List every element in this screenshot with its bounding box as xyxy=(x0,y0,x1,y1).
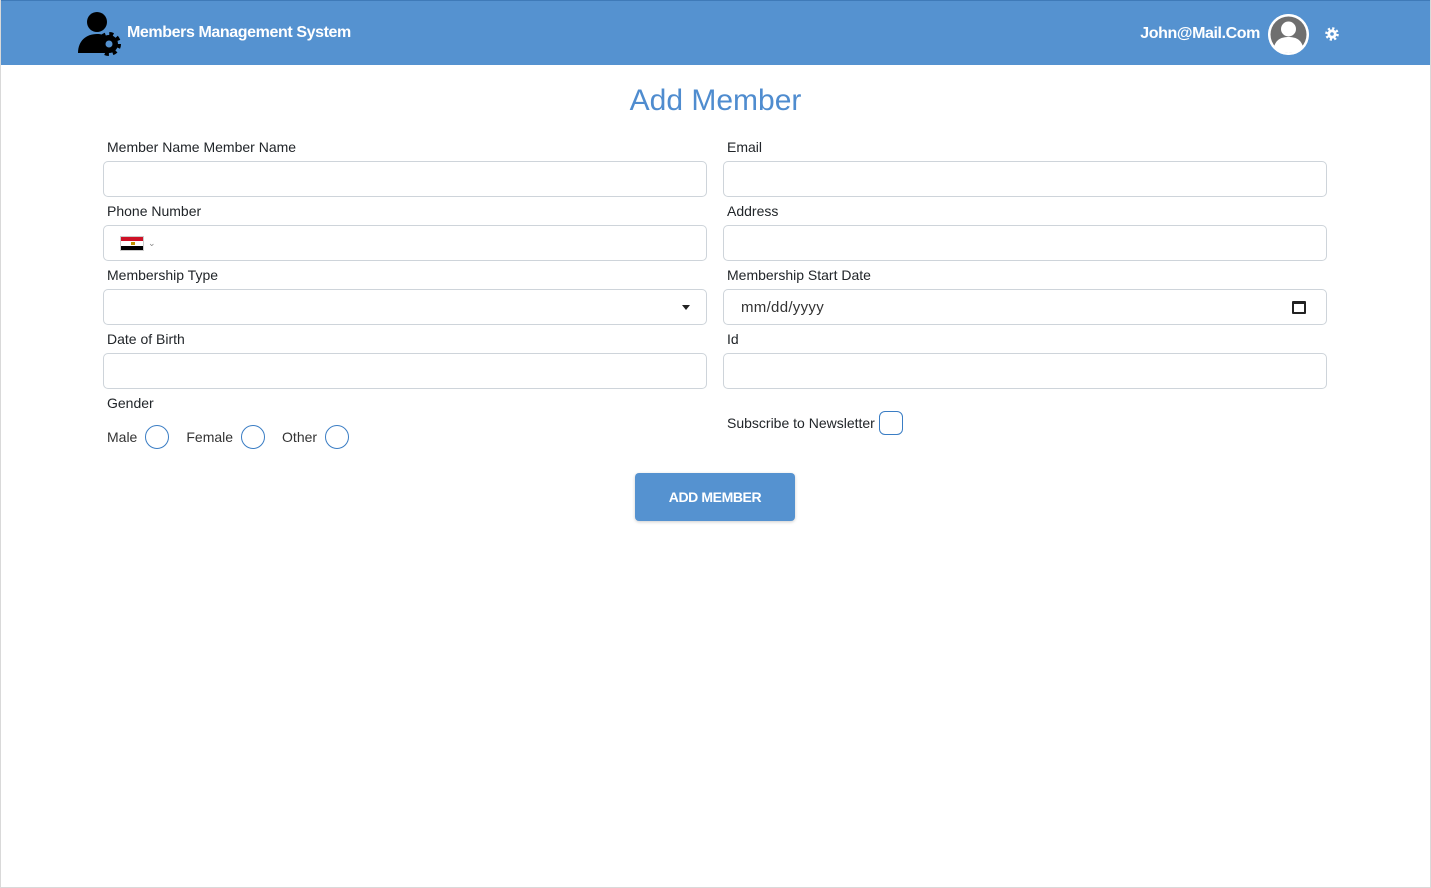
gender-radio-female[interactable] xyxy=(241,425,266,449)
gender-radio-group: Male Female Other xyxy=(107,425,366,449)
gender-option-other-label: Other xyxy=(282,429,318,445)
gender-option-female-label: Female xyxy=(186,429,234,445)
phone-label: Phone Number xyxy=(107,203,202,219)
member-name-label: Member Name Member Name xyxy=(107,139,297,155)
app-title: Members Management System xyxy=(127,24,351,41)
address-input[interactable] xyxy=(723,225,1327,261)
gender-radio-other[interactable] xyxy=(325,425,350,449)
user-settings-icon xyxy=(78,12,121,56)
user-area: John@Mail.Com xyxy=(1140,13,1339,55)
id-input[interactable] xyxy=(723,353,1327,389)
email-input[interactable] xyxy=(723,161,1327,197)
user-email[interactable]: John@Mail.Com xyxy=(1140,25,1260,43)
chevron-down-icon[interactable]: ⌄ xyxy=(148,238,156,249)
email-label: Email xyxy=(727,139,763,155)
date-placeholder: mm/dd/yyyy xyxy=(741,299,825,316)
address-label: Address xyxy=(727,203,779,219)
membership-type-label: Membership Type xyxy=(107,267,219,283)
newsletter-checkbox[interactable] xyxy=(878,411,903,435)
caret-down-icon xyxy=(682,305,690,310)
id-label: Id xyxy=(727,331,739,347)
member-name-input[interactable] xyxy=(103,161,707,197)
brand[interactable]: Members Management System xyxy=(76,11,351,57)
top-navbar: Members Management System John@Mail.Com xyxy=(0,0,1431,65)
page-title: Add Member xyxy=(629,84,802,117)
gender-label: Gender xyxy=(107,395,154,411)
membership-start-date-label: Membership Start Date xyxy=(727,267,871,283)
egypt-flag-icon[interactable] xyxy=(120,236,144,251)
user-avatar-icon xyxy=(1268,13,1309,55)
phone-input[interactable]: ⌄ xyxy=(103,225,707,261)
avatar[interactable] xyxy=(1268,13,1309,55)
newsletter-row: Subscribe to Newsletter xyxy=(727,411,903,435)
dob-input[interactable] xyxy=(103,353,707,389)
membership-type-select[interactable] xyxy=(103,289,707,325)
newsletter-label: Subscribe to Newsletter xyxy=(727,415,875,431)
gear-icon[interactable] xyxy=(1325,27,1339,41)
add-member-button[interactable]: ADD MEMBER xyxy=(635,473,795,521)
gender-radio-male[interactable] xyxy=(145,425,170,449)
gender-option-male-label: Male xyxy=(107,429,138,445)
dob-label: Date of Birth xyxy=(107,331,185,347)
calendar-icon[interactable] xyxy=(1292,301,1306,314)
membership-start-date-input[interactable]: mm/dd/yyyy xyxy=(723,289,1327,325)
